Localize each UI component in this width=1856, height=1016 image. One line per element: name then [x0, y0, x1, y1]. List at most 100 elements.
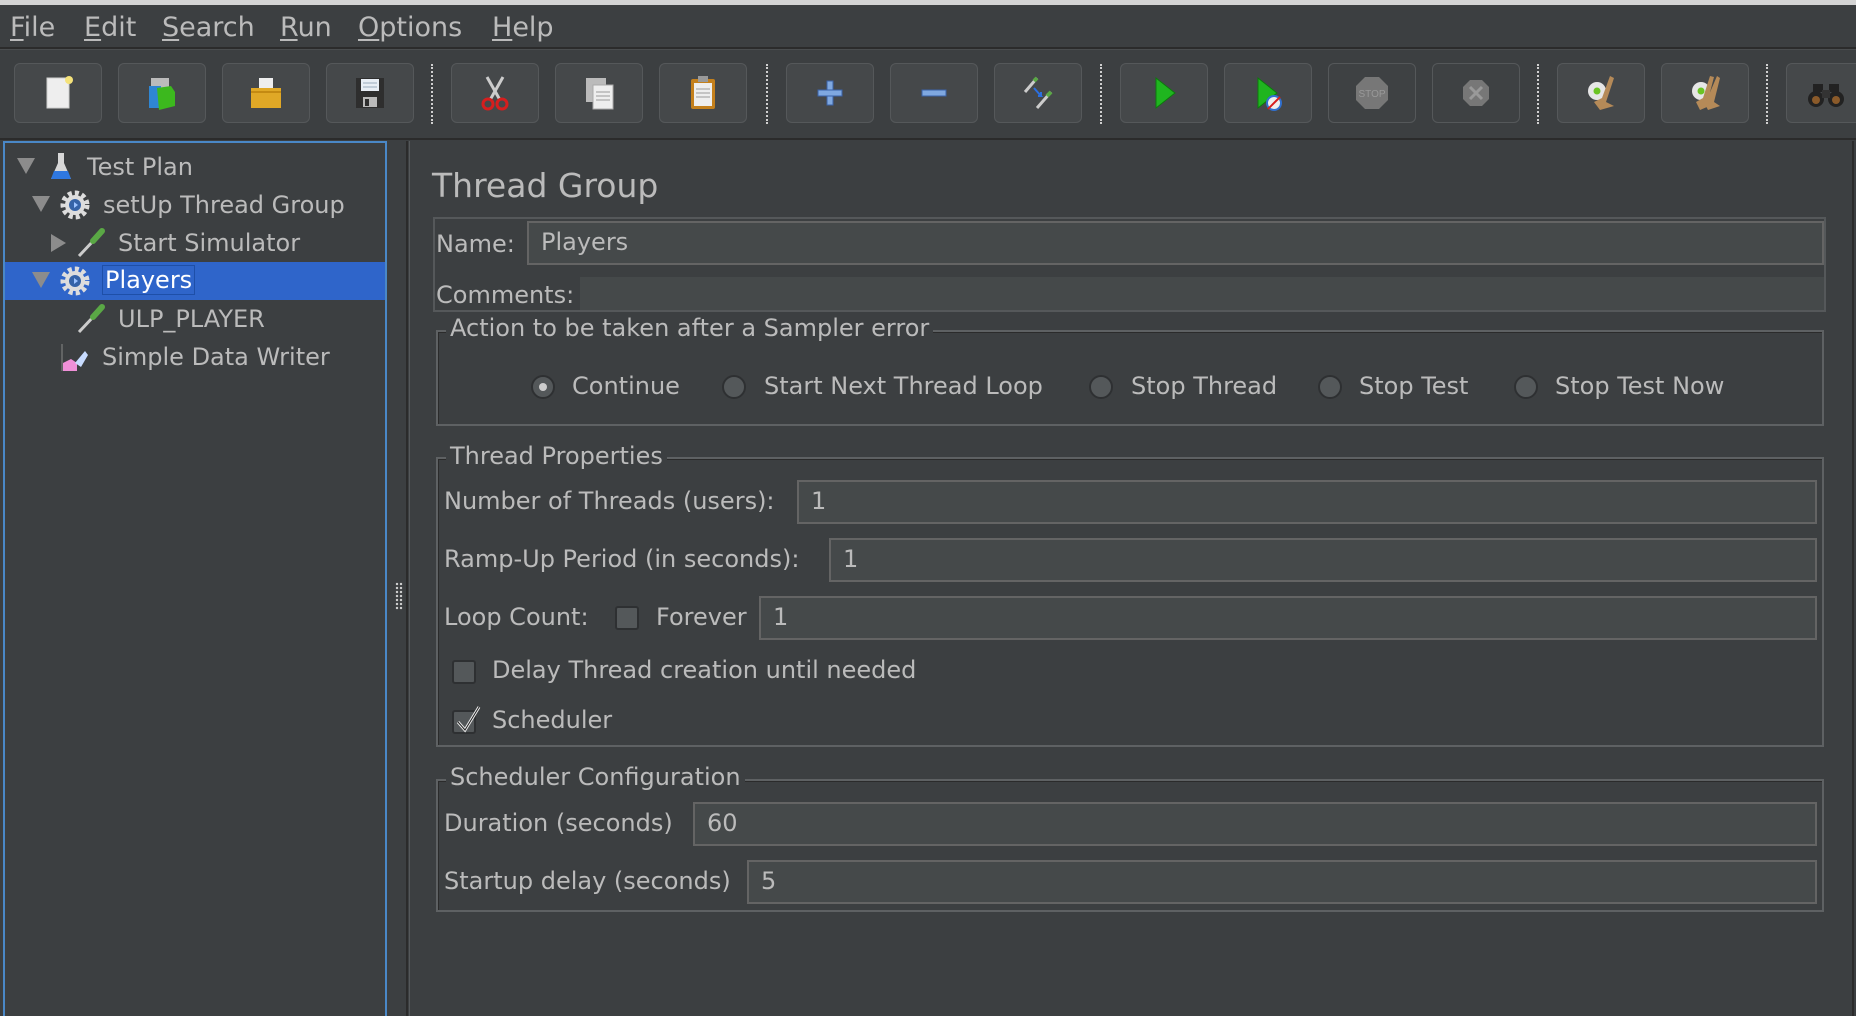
menu-options[interactable]: Options [358, 12, 462, 43]
radio-continue-label[interactable]: Continue [572, 372, 680, 400]
delay-thread-creation-checkbox[interactable] [452, 660, 476, 684]
open-button[interactable] [222, 63, 310, 123]
menu-search[interactable]: Search [162, 12, 255, 43]
name-input[interactable]: Players [527, 221, 1824, 265]
radio-start-next-thread-loop-label[interactable]: Start Next Thread Loop [764, 372, 1043, 400]
tree-item-ulp-player[interactable]: ULP_PLAYER [5, 300, 385, 338]
tree-item-label: Players [102, 265, 196, 295]
menu-run-rest: un [297, 12, 332, 43]
num-threads-label: Number of Threads (users): [444, 487, 775, 515]
templates-icon [149, 78, 175, 110]
copy-button[interactable] [555, 63, 643, 123]
menu-edit[interactable]: Edit [84, 12, 136, 43]
radio-stop-thread-label[interactable]: Stop Thread [1131, 372, 1277, 400]
name-label: Name: [436, 230, 515, 258]
radio-continue[interactable] [531, 375, 555, 399]
rampup-label: Ramp-Up Period (in seconds): [444, 545, 800, 573]
toolbar-separator [1100, 64, 1102, 124]
num-threads-input[interactable]: 1 [797, 480, 1817, 524]
menu-help[interactable]: Help [492, 12, 554, 43]
splitter[interactable] [388, 141, 408, 1016]
toolbar-separator [766, 64, 768, 124]
scheduler-config-legend: Scheduler Configuration [446, 763, 745, 791]
toolbar-separator [1537, 64, 1539, 124]
checkmark-icon [456, 706, 481, 733]
scheduler-label[interactable]: Scheduler [492, 706, 612, 734]
loop-count-input[interactable]: 1 [759, 596, 1817, 640]
comments-input[interactable] [580, 277, 1824, 310]
new-button[interactable] [14, 63, 102, 123]
menu-search-mnemonic: S [162, 12, 180, 43]
save-floppy-icon [356, 78, 384, 108]
menu-file-mnemonic: F [10, 12, 24, 43]
menu-options-rest: ptions [379, 12, 463, 43]
clear-broom-icon [1588, 76, 1614, 110]
expand-all-button[interactable] [786, 63, 874, 123]
test-plan-flask-icon [51, 153, 71, 179]
shutdown-button[interactable] [1432, 63, 1520, 123]
scissors-icon [481, 76, 509, 111]
search-button[interactable] [1786, 63, 1856, 123]
start-no-pauses-button[interactable] [1224, 63, 1312, 123]
play-no-timers-icon [1257, 76, 1282, 111]
menu-run[interactable]: Run [280, 12, 332, 43]
menu-bar: File Edit Search Run Options Help [0, 5, 1856, 49]
menu-help-mnemonic: H [492, 12, 513, 43]
open-folder-icon [251, 78, 281, 108]
save-button[interactable] [326, 63, 414, 123]
splitter-grip-icon[interactable] [395, 582, 403, 610]
rampup-input[interactable]: 1 [829, 538, 1817, 582]
menu-edit-rest: dit [101, 12, 137, 43]
expand-arrow-icon[interactable] [32, 196, 50, 212]
loop-count-label: Loop Count: [444, 603, 589, 631]
cut-button[interactable] [451, 63, 539, 123]
expand-arrow-icon[interactable] [32, 272, 50, 288]
play-icon [1155, 76, 1176, 110]
test-plan-tree: Test Plan setUp Thread Group Start Simul… [3, 141, 387, 1016]
expand-arrow-icon[interactable] [17, 158, 35, 174]
forever-label[interactable]: Forever [656, 603, 747, 631]
tree-item-players[interactable]: Players [5, 262, 385, 300]
forever-checkbox[interactable] [615, 606, 639, 630]
new-document-icon [46, 76, 73, 109]
startup-delay-label: Startup delay (seconds) [444, 867, 731, 895]
tree-item-setup-thread-group[interactable]: setUp Thread Group [5, 186, 385, 224]
menu-help-rest: elp [512, 12, 554, 43]
stop-button[interactable]: STOP [1328, 63, 1416, 123]
clear-all-button[interactable] [1661, 63, 1749, 123]
collapse-all-button[interactable] [890, 63, 978, 123]
collapse-arrow-icon[interactable] [51, 234, 66, 252]
minus-icon [921, 89, 947, 97]
tree-item-label: Start Simulator [118, 229, 301, 257]
duration-input[interactable]: 60 [693, 802, 1817, 846]
templates-button[interactable] [118, 63, 206, 123]
start-button[interactable] [1120, 63, 1208, 123]
radio-stop-test-label[interactable]: Stop Test [1359, 372, 1468, 400]
tree-item-test-plan[interactable]: Test Plan [5, 148, 385, 186]
plus-icon [817, 80, 843, 106]
radio-stop-test-now-label[interactable]: Stop Test Now [1555, 372, 1724, 400]
toggle-pipette-icon [1023, 76, 1053, 109]
tree-item-start-simulator[interactable]: Start Simulator [5, 224, 385, 262]
toggle-button[interactable] [994, 63, 1082, 123]
thread-properties-legend: Thread Properties [446, 442, 667, 470]
startup-delay-input[interactable]: 5 [747, 860, 1817, 904]
thread-group-gear-icon [60, 190, 90, 220]
paste-button[interactable] [659, 63, 747, 123]
radio-stop-test[interactable] [1318, 375, 1342, 399]
radio-start-next-thread-loop[interactable] [722, 375, 746, 399]
clear-button[interactable] [1557, 63, 1645, 123]
menu-edit-mnemonic: E [84, 12, 102, 43]
listener-chart-icon [61, 344, 88, 371]
tree-item-simple-data-writer[interactable]: Simple Data Writer [5, 338, 385, 376]
radio-stop-test-now[interactable] [1514, 375, 1538, 399]
panel-edge [1852, 141, 1854, 1016]
scheduler-checkbox[interactable] [452, 706, 481, 734]
menu-run-mnemonic: R [280, 12, 298, 43]
radio-stop-thread[interactable] [1089, 375, 1113, 399]
paste-clipboard-icon [691, 76, 715, 109]
delay-thread-creation-label[interactable]: Delay Thread creation until needed [492, 656, 916, 684]
comments-label: Comments: [436, 281, 575, 309]
copy-icon [586, 78, 614, 110]
menu-file[interactable]: File [10, 12, 55, 43]
